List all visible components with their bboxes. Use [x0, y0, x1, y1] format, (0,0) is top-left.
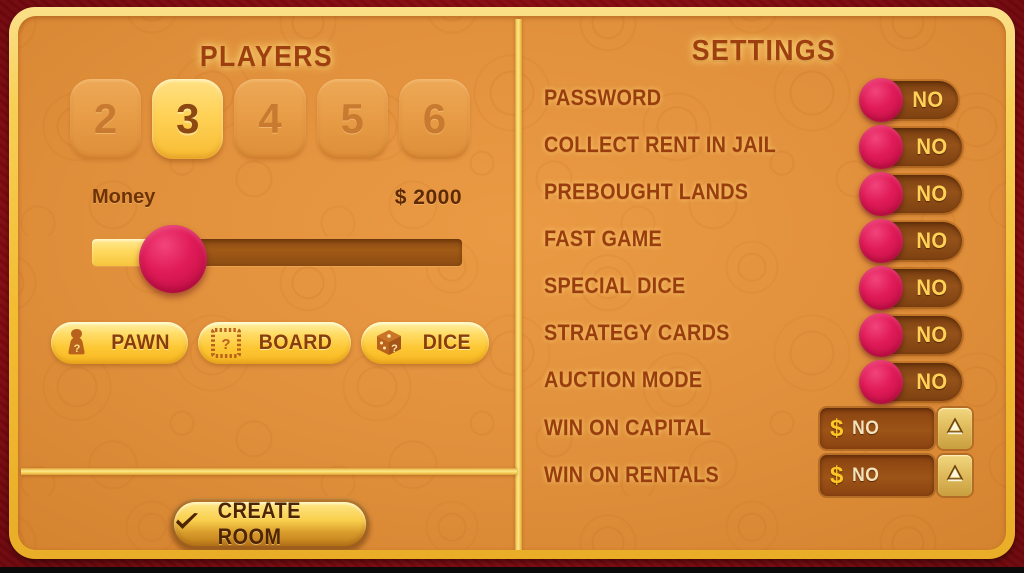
- toggle-auction-mode-knob[interactable]: [859, 360, 903, 404]
- stepper-win-on-capital: $ NO: [820, 408, 972, 449]
- svg-text:?: ?: [221, 336, 230, 353]
- toggle-fast-game-knob[interactable]: [859, 219, 903, 263]
- player-count-button-4[interactable]: 4: [234, 79, 306, 159]
- setting-label-win-on-capital: WIN ON CAPITAL: [544, 415, 712, 440]
- setting-label-win-on-rentals: WIN ON RENTALS: [544, 462, 720, 487]
- setting-label-fast-game: FAST GAME: [544, 226, 662, 251]
- setting-row-fast-game: FAST GAME NO: [522, 219, 1006, 263]
- toggle-password[interactable]: NO: [859, 78, 958, 122]
- game-screen: PLAYERS 2 3 4 5 6 Money $ 2000 ? PAWN ? …: [0, 0, 1024, 573]
- setting-label-strategy-cards: STRATEGY CARDS: [544, 320, 730, 345]
- setting-row-win-on-rentals: WIN ON RENTALS $ NO: [522, 455, 1006, 496]
- toggle-auction-mode-value: NO: [916, 369, 948, 394]
- setting-row-collect-rent-in-jail: COLLECT RENT IN JAIL NO: [522, 125, 1006, 169]
- svg-text:?: ?: [391, 343, 398, 355]
- toggle-password-value: NO: [912, 87, 944, 112]
- toggle-prebought-lands-value: NO: [916, 181, 948, 206]
- money-label: Money: [92, 186, 156, 208]
- toggle-special-dice[interactable]: NO: [859, 266, 962, 310]
- toggle-strategy-cards-knob[interactable]: [859, 313, 903, 357]
- money-value: $ 2000: [394, 186, 462, 209]
- settings-panel: SETTINGS PASSWORD NO COLLECT RENT IN JAI…: [522, 16, 1006, 550]
- stepper-win-on-rentals: $ NO: [820, 455, 972, 496]
- toggle-special-dice-knob[interactable]: [859, 266, 903, 310]
- setting-label-special-dice: SPECIAL DICE: [544, 273, 686, 298]
- win-on-rentals-increase-button[interactable]: [938, 455, 972, 496]
- money-row: Money $ 2000: [92, 186, 462, 214]
- setting-label-prebought-lands: PREBOUGHT LANDS: [544, 179, 749, 204]
- setting-row-strategy-cards: STRATEGY CARDS NO: [522, 313, 1006, 357]
- board-button[interactable]: ? BOARD: [198, 322, 352, 364]
- win-on-rentals-input[interactable]: $ NO: [820, 455, 934, 496]
- win-on-capital-input[interactable]: $ NO: [820, 408, 934, 449]
- create-room-button[interactable]: CREATE ROOM: [170, 498, 370, 550]
- toggle-strategy-cards-value: NO: [916, 322, 948, 347]
- toggle-collect-rent-in-jail-value: NO: [916, 134, 948, 159]
- player-count-button-3[interactable]: 3: [152, 79, 224, 159]
- board-button-label: BOARD: [258, 331, 333, 354]
- players-panel-title: PLAYERS: [199, 41, 334, 73]
- setting-row-win-on-capital: WIN ON CAPITAL $ NO: [522, 408, 1006, 449]
- settings-panel-title: SETTINGS: [691, 35, 837, 67]
- toggle-password-knob[interactable]: [859, 78, 903, 122]
- customization-buttons: ? PAWN ? BOARD ? DICE: [51, 322, 489, 364]
- board-question-icon: ?: [211, 328, 242, 358]
- toggle-prebought-lands[interactable]: NO: [859, 172, 962, 216]
- players-panel: PLAYERS 2 3 4 5 6 Money $ 2000 ? PAWN ? …: [18, 16, 515, 468]
- player-count-button-6[interactable]: 6: [398, 79, 471, 159]
- toggle-auction-mode[interactable]: NO: [859, 360, 962, 404]
- dice-button-label: DICE: [422, 331, 472, 354]
- win-on-rentals-value: NO: [852, 464, 880, 486]
- pawn-button[interactable]: ? PAWN: [51, 322, 189, 364]
- create-room-button-label: CREATE ROOM: [217, 498, 301, 549]
- setting-label-password: PASSWORD: [544, 85, 662, 110]
- win-on-capital-value: NO: [852, 417, 880, 439]
- setting-row-auction-mode: AUCTION MODE NO: [522, 360, 1006, 404]
- toggle-special-dice-value: NO: [916, 275, 948, 300]
- player-count-button-5[interactable]: 5: [316, 79, 388, 159]
- pawn-button-label: PAWN: [111, 331, 170, 354]
- create-room-button-face: CREATE ROOM: [174, 498, 366, 549]
- setting-row-prebought-lands: PREBOUGHT LANDS NO: [522, 172, 1006, 216]
- toggle-collect-rent-in-jail-knob[interactable]: [859, 125, 903, 169]
- triangle-up-icon: [946, 416, 964, 441]
- money-slider-knob[interactable]: [138, 225, 207, 293]
- svg-text:?: ?: [74, 343, 81, 355]
- checkmark-icon: [174, 511, 200, 538]
- triangle-up-icon: [946, 463, 964, 488]
- money-slider[interactable]: [92, 225, 462, 293]
- win-on-capital-increase-button[interactable]: [938, 408, 972, 449]
- setting-label-collect-rent-in-jail: COLLECT RENT IN JAIL: [544, 132, 777, 157]
- lobby-window-frame: PLAYERS 2 3 4 5 6 Money $ 2000 ? PAWN ? …: [9, 7, 1015, 559]
- setting-row-special-dice: SPECIAL DICE NO: [522, 266, 1006, 310]
- dollar-icon: $: [830, 414, 844, 442]
- setting-row-password: PASSWORD NO: [522, 78, 1006, 122]
- toggle-strategy-cards[interactable]: NO: [859, 313, 962, 357]
- dice-button[interactable]: ? DICE: [361, 322, 489, 364]
- lobby-window-body: PLAYERS 2 3 4 5 6 Money $ 2000 ? PAWN ? …: [18, 16, 1006, 550]
- player-count-button-2[interactable]: 2: [70, 79, 142, 159]
- horizontal-divider: [21, 468, 517, 475]
- player-count-selector: 2 3 4 5 6: [70, 79, 471, 164]
- toggle-prebought-lands-knob[interactable]: [859, 172, 903, 216]
- setting-label-auction-mode: AUCTION MODE: [544, 367, 703, 392]
- toggle-fast-game[interactable]: NO: [859, 219, 962, 263]
- toggle-fast-game-value: NO: [916, 228, 948, 253]
- pawn-question-icon: ?: [64, 328, 90, 358]
- dollar-icon: $: [830, 461, 844, 489]
- toggle-collect-rent-in-jail[interactable]: NO: [859, 125, 962, 169]
- dice-question-icon: ?: [374, 328, 404, 358]
